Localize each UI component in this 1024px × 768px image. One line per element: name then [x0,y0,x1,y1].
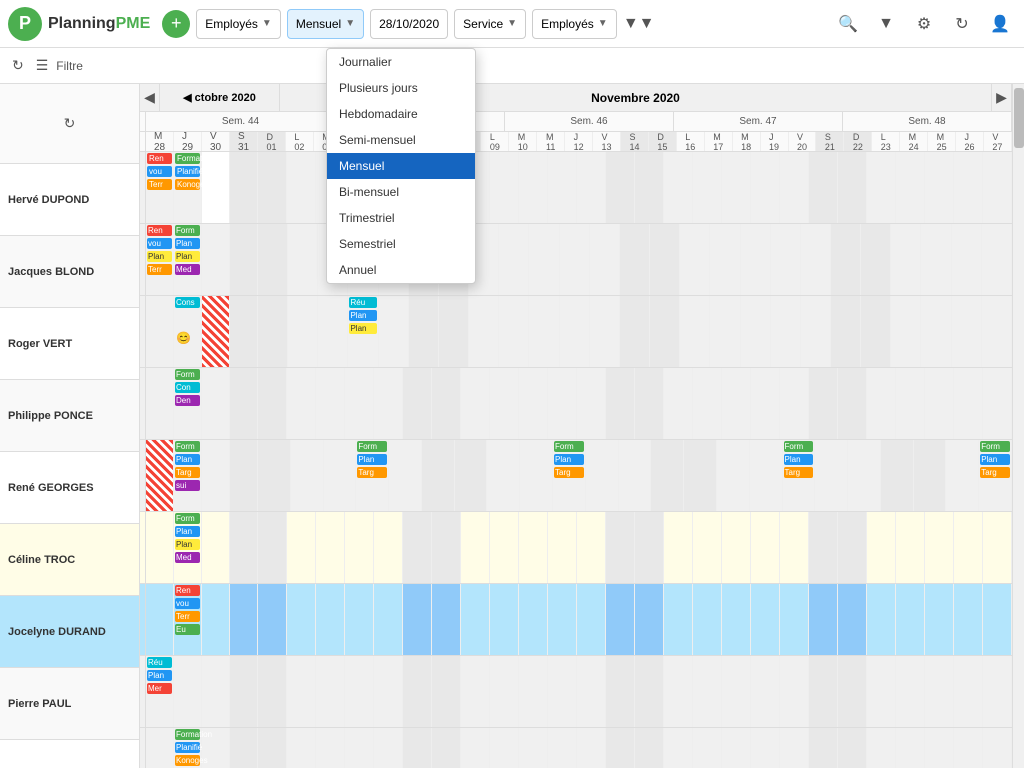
view-dropdown-menu: Journalier Plusieurs jours Hebdomadaire … [326,48,476,284]
row-céline-troc: Form Plan Plan Med [140,512,1012,584]
day-M-28: M28 [146,132,174,151]
sidebar-header: ↻ [0,84,139,164]
event-rendezvous[interactable]: Ren [147,153,172,164]
row-jacques-blond: Ren vou Plan Terr Form Plan Plan Med [140,224,1012,296]
menu-item-annuel[interactable]: Annuel [327,257,475,283]
menu-item-semi-mensuel[interactable]: Semi-mensuel [327,127,475,153]
row-rené-georges: Form Plan Targ sui Form Pla [140,440,1012,512]
main: ↻ Hervé DUPOND Jacques BLOND Roger VERT … [0,84,1024,768]
day-V-30: V30 [202,132,230,151]
app-name: PlanningPME [48,15,150,33]
nav-prev-button[interactable]: ◀ [140,84,160,111]
row-roger-vert: Cons 😊 Réu Plan Plan [140,296,1012,368]
search-button[interactable]: 🔍 [832,8,864,40]
cell-herve-oct29: Formatio Planifié Konoges [174,152,202,223]
day-row: M28 J29 V30 S31 D01 L02 M03 M04 J05 V06 … [140,132,1012,152]
day-J-29: J29 [174,132,202,151]
refresh-button[interactable]: ↻ [946,8,978,40]
filter-icon-btn[interactable]: ▼▼ [623,8,655,40]
nav-next-button[interactable]: ▶ [992,84,1012,111]
week-48: Sem. 48 [843,112,1012,131]
service-dropdown[interactable]: Service ▼ [454,9,526,39]
calendar-content: ◀ ◀ ctobre 2020 Novembre 2020 ▶ Sem. 44 … [140,84,1024,768]
filter-toggle-icon[interactable]: ☰ [32,53,53,78]
employee-row-pierre-paul: Pierre PAUL [0,668,139,740]
cell-jblond-oct29: Form Plan Plan Med [174,224,202,295]
menu-item-semestriel[interactable]: Semestriel [327,231,475,257]
employee-row-jacques-blond: Jacques BLOND [0,236,139,308]
logo-icon: P [8,7,42,41]
cell-herve-oct31 [230,152,258,223]
calendar-grid: Ren vou Terr Formatio Planifié Konoges [140,152,1012,768]
october-label: ◀ ctobre 2020 [160,84,280,111]
week-44: Sem. 44 [146,112,336,131]
employee-row-roger-vert: Roger VERT [0,308,139,380]
nav-row: ◀ ◀ ctobre 2020 Novembre 2020 ▶ [140,84,1012,112]
menu-item-trimestriel[interactable]: Trimestriel [327,205,475,231]
view-dropdown[interactable]: Mensuel ▼ [287,9,364,39]
employees-dropdown[interactable]: Employés ▼ [196,9,281,39]
toolbar: ↻ ☰ Filtre [0,48,1024,84]
cell-herve-oct28: Ren vou Terr [146,152,174,223]
employees-dropdown-arrow: ▼ [262,18,272,29]
employee-row-rené-georges: René GEORGES [0,452,139,524]
event-terrain[interactable]: Terr [147,179,172,190]
employee-row-céline-troc: Céline TROC [0,524,139,596]
employees2-dropdown-arrow: ▼ [598,18,608,29]
sidebar-refresh-icon[interactable]: ↻ [64,115,76,132]
view-dropdown-arrow: ▼ [345,18,355,29]
row-pascal-ribon: Formation Planifié Konoges [140,728,1012,768]
employees2-dropdown[interactable]: Employés ▼ [532,9,617,39]
cell-jblond-oct28: Ren vou Plan Terr [146,224,174,295]
menu-item-journalier[interactable]: Journalier [327,49,475,75]
header: P PlanningPME + Employés ▼ Mensuel ▼ 28/… [0,0,1024,48]
row-hervé-dupond: Ren vou Terr Formatio Planifié Konoges [140,152,1012,224]
dropdown-button[interactable]: ▼ [870,8,902,40]
refresh-toolbar-icon[interactable]: ↻ [8,53,28,78]
date-display: 28/10/2020 [370,9,448,39]
menu-item-bi-mensuel[interactable]: Bi-mensuel [327,179,475,205]
calendar-main: ◀ ◀ ctobre 2020 Novembre 2020 ▶ Sem. 44 … [140,84,1012,768]
filter-label: Filtre [56,59,83,73]
row-philippe-ponce: Form Con Den [140,368,1012,440]
week-47: Sem. 47 [674,112,843,131]
menu-item-plusieurs-jours[interactable]: Plusieurs jours [327,75,475,101]
settings-button[interactable]: ⚙ [908,8,940,40]
logo: P PlanningPME [8,7,150,41]
vertical-scrollbar[interactable] [1012,84,1024,768]
event-vouvray[interactable]: vou [147,166,172,177]
scrollbar-thumb[interactable] [1014,88,1024,148]
add-button[interactable]: + [162,10,190,38]
row-jocelyne-durand: Ren vou Terr Eu [140,584,1012,656]
employee-row-jocelyne-durand: Jocelyne DURAND [0,596,139,668]
menu-item-hebdomadaire[interactable]: Hebdomadaire [327,101,475,127]
week-row: Sem. 44 Sem. 45 Sem. 46 Sem. 47 Sem. 48 [140,112,1012,132]
week-46: Sem. 46 [505,112,674,131]
employee-row-hervé-dupond: Hervé DUPOND [0,164,139,236]
employee-row-pascal-ribon: Pascal RIBON [0,740,139,768]
employee-row-philippe-ponce: Philippe PONCE [0,380,139,452]
profile-button[interactable]: 👤 [984,8,1016,40]
menu-item-mensuel[interactable]: Mensuel [327,153,475,179]
day-S-31: S31 [230,132,258,151]
row-pierre-paul: Réu Plan Mer [140,656,1012,728]
sidebar: ↻ Hervé DUPOND Jacques BLOND Roger VERT … [0,84,140,768]
service-dropdown-arrow: ▼ [507,18,517,29]
